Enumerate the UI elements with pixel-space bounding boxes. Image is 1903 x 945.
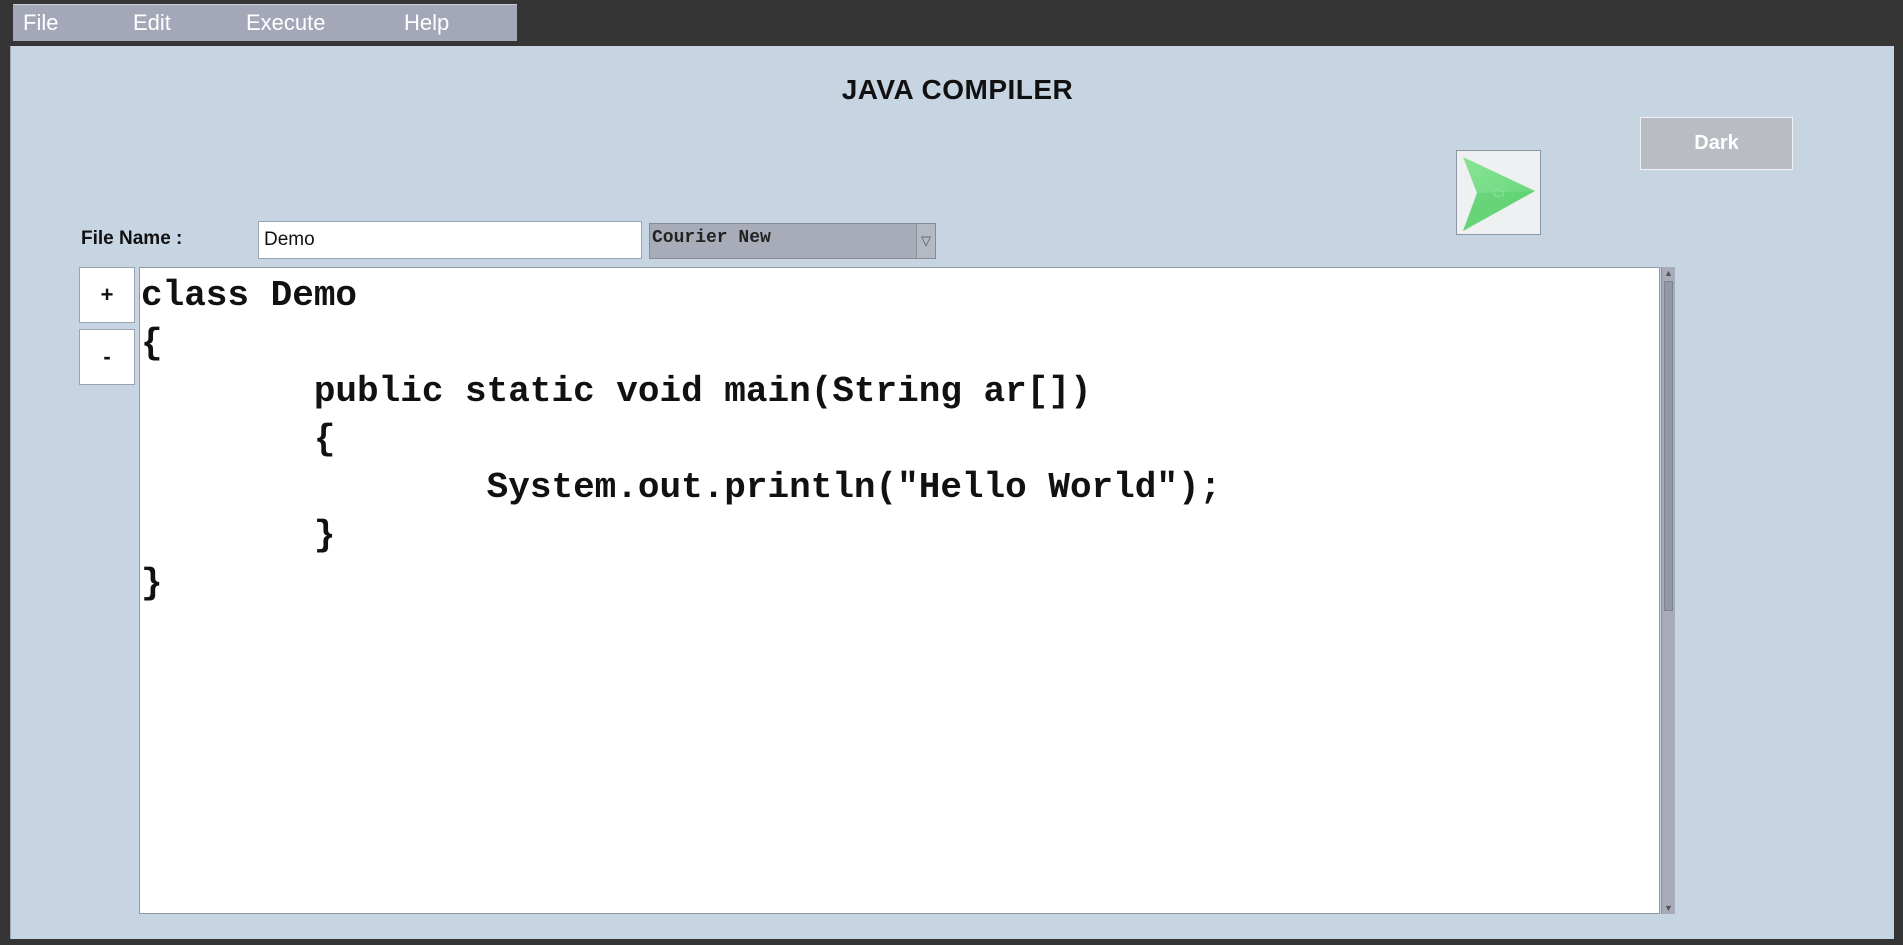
zoom-in-button[interactable]: + (79, 267, 135, 323)
scroll-up-icon[interactable]: ▲ (1662, 267, 1675, 279)
zoom-out-button[interactable]: - (79, 329, 135, 385)
menu-file[interactable]: File (23, 5, 58, 41)
menu-bar: File Edit Execute Help (13, 4, 517, 41)
file-name-input[interactable] (258, 221, 642, 259)
chevron-down-icon[interactable]: ▽ (916, 224, 935, 258)
run-button[interactable]: Cr (1456, 150, 1541, 235)
code-editor[interactable]: class Demo { public static void main(Str… (139, 267, 1660, 914)
scroll-down-icon[interactable]: ▼ (1662, 902, 1675, 914)
file-name-label: File Name : (81, 228, 183, 249)
svg-text:Cr: Cr (1493, 186, 1506, 200)
editor-scrollbar[interactable]: ▲ ▼ (1661, 267, 1675, 914)
font-select-value: Courier New (652, 228, 771, 248)
code-text[interactable]: class Demo { public static void main(Str… (141, 272, 1221, 608)
dark-mode-button[interactable]: Dark (1640, 117, 1793, 170)
menu-execute[interactable]: Execute (246, 5, 326, 41)
menu-edit[interactable]: Edit (133, 5, 171, 41)
scroll-thumb[interactable] (1664, 281, 1673, 611)
menu-help[interactable]: Help (404, 5, 449, 41)
run-play-icon: Cr (1463, 157, 1535, 231)
page-title: JAVA COMPILER (841, 74, 1074, 105)
font-select[interactable]: Courier New ▽ (649, 223, 936, 259)
